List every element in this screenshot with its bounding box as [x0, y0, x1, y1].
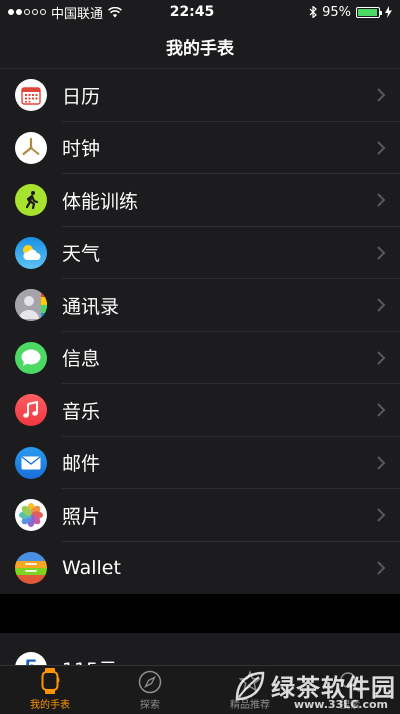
compass-icon: [138, 670, 162, 694]
app-label: 时钟: [62, 138, 101, 161]
app-row-photos[interactable]: 照片: [0, 489, 400, 542]
weather-icon: [15, 236, 47, 269]
navigation-bar: 我的手表: [0, 24, 400, 69]
signal-strength-icon: [8, 9, 46, 15]
wallet-icon: [15, 551, 47, 584]
bluetooth-icon: [309, 6, 317, 18]
tab-my-watch[interactable]: 我的手表: [0, 666, 100, 714]
chevron-right-icon: [377, 561, 386, 575]
carrier-name: 中国联通: [51, 6, 104, 22]
chevron-right-icon: [377, 246, 386, 260]
app-label: 115云: [62, 655, 400, 666]
app-row-contacts[interactable]: 通讯录: [0, 279, 400, 332]
tab-label: 精品推荐: [230, 700, 270, 711]
search-icon: [340, 672, 360, 692]
chevron-right-icon: [377, 456, 386, 470]
tab-explore[interactable]: 探索: [100, 666, 200, 714]
chevron-right-icon: [377, 403, 386, 417]
chevron-right-icon: [377, 88, 386, 102]
app-row-wallet[interactable]: Wallet: [0, 542, 400, 595]
tab-featured[interactable]: 精品推荐: [200, 666, 300, 714]
app-row-mail[interactable]: 邮件: [0, 437, 400, 490]
chevron-right-icon: [377, 298, 386, 312]
clock-icon: [15, 131, 47, 164]
tab-label: 我的手表: [30, 700, 70, 711]
app-label: 日历: [62, 85, 101, 108]
app-row-clock[interactable]: 时钟: [0, 122, 400, 175]
chevron-right-icon: [377, 193, 386, 207]
charging-bolt-icon: [385, 6, 392, 18]
tab-label: 探索: [140, 700, 160, 711]
calendar-icon: [15, 79, 47, 112]
mail-icon: [15, 446, 47, 479]
app-label: Wallet: [62, 556, 121, 579]
messages-icon: [15, 341, 47, 374]
tab-bar: 我的手表 探索 精品推荐 搜索: [0, 665, 400, 714]
app-row-workout[interactable]: 体能训练: [0, 174, 400, 227]
app-row-music[interactable]: 音乐: [0, 384, 400, 437]
music-icon: [15, 394, 47, 427]
app-row-weather[interactable]: 天气: [0, 227, 400, 280]
app-label: 邮件: [62, 453, 101, 476]
watch-icon: [41, 668, 60, 694]
app-row-115[interactable]: 5 115云: [0, 633, 400, 665]
app-label: 信息: [62, 348, 101, 371]
app-row-calendar[interactable]: 日历: [0, 69, 400, 122]
tab-label: 搜索: [340, 700, 360, 711]
wifi-icon: [108, 6, 123, 17]
page-title: 我的手表: [166, 38, 234, 59]
app-label: 音乐: [62, 400, 101, 423]
app-label: 照片: [62, 505, 101, 528]
workout-icon: [15, 184, 47, 217]
app-row-messages[interactable]: 信息: [0, 332, 400, 385]
contacts-icon: [15, 289, 47, 322]
battery-icon: [356, 6, 382, 18]
app-label: 通讯录: [62, 295, 120, 318]
chevron-right-icon: [377, 141, 386, 155]
app-label: 天气: [62, 243, 101, 266]
third-party-app-list: 5 115云: [0, 633, 400, 665]
status-bar-right: 95%: [242, 5, 400, 20]
chevron-right-icon: [377, 351, 386, 365]
status-bar: 中国联通 22:45 95%: [0, 0, 400, 24]
status-time: 22:45: [169, 4, 215, 20]
chevron-right-icon: [377, 508, 386, 522]
featured-icon: [238, 670, 262, 692]
battery-percent: 95%: [322, 4, 351, 20]
tab-search[interactable]: 搜索: [300, 666, 400, 714]
115-icon: 5: [15, 652, 47, 665]
section-gap: [0, 597, 400, 633]
app-list: 日历 时钟 体能训练 天气 通讯录 信息 音乐 邮件 照片 Wallet: [0, 69, 400, 594]
photos-icon: [15, 499, 47, 532]
status-bar-left: 中国联通: [0, 3, 158, 22]
app-label: 体能训练: [62, 190, 139, 213]
